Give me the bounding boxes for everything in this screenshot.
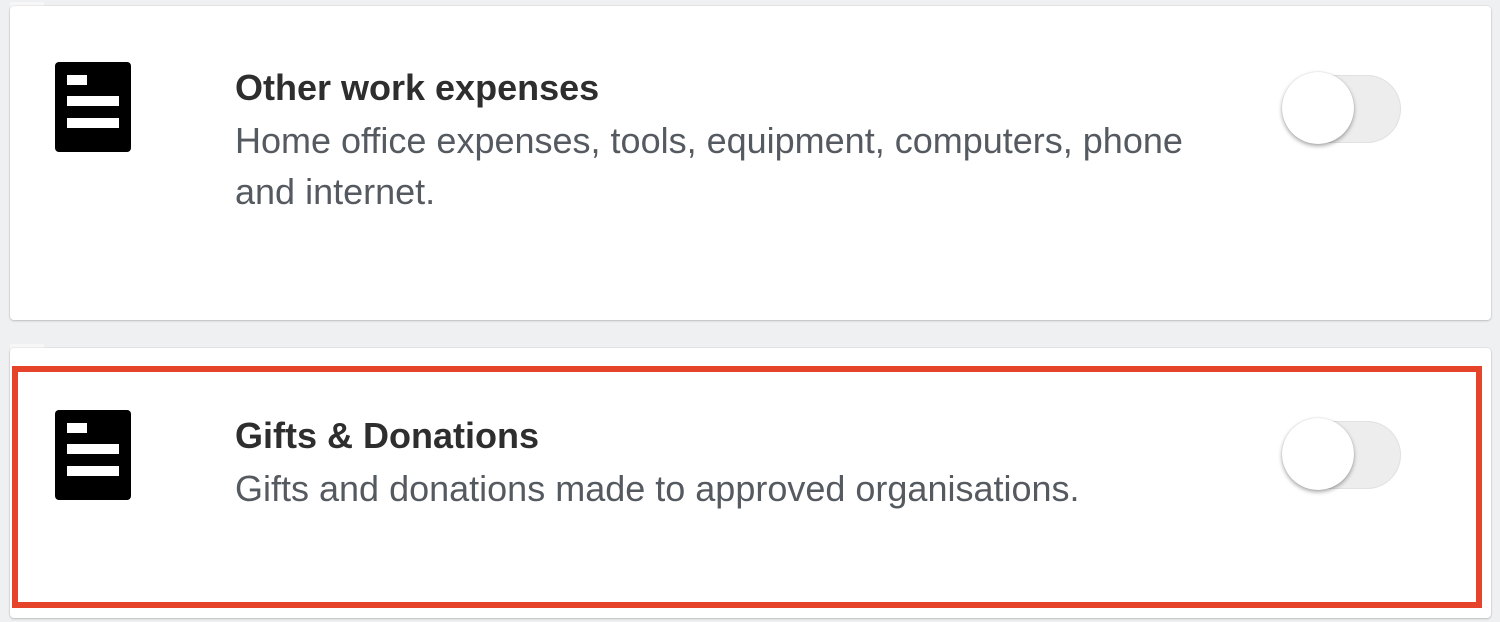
category-title: Gifts & Donations	[235, 415, 539, 456]
document-list-icon	[55, 62, 131, 152]
category-card-other-work-expenses: Other work expenses Home office expenses…	[10, 6, 1491, 320]
category-description: Gifts and donations made to approved org…	[235, 468, 1080, 509]
category-title: Other work expenses	[235, 67, 600, 108]
category-card-gifts-donations: Gifts & Donations Gifts and donations ma…	[10, 348, 1491, 618]
toggle-knob	[1282, 72, 1354, 144]
toggle-gifts-donations[interactable]	[1281, 417, 1403, 493]
category-text: Other work expenses Home office expenses…	[235, 67, 1215, 217]
document-list-icon	[55, 410, 131, 500]
category-description: Home office expenses, tools, equipment, …	[235, 120, 1183, 212]
toggle-other-work-expenses[interactable]	[1281, 71, 1403, 147]
category-text: Gifts & Donations Gifts and donations ma…	[235, 415, 1215, 514]
toggle-knob	[1282, 418, 1354, 490]
